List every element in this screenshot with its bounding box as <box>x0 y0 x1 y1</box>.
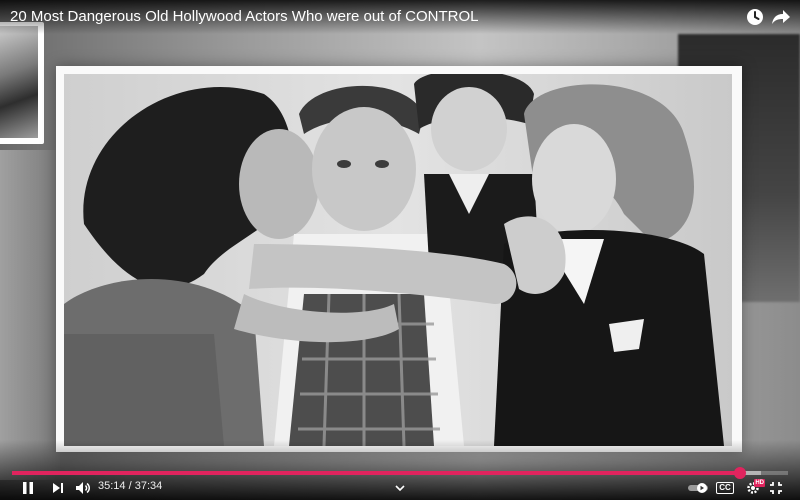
video-frame-photo <box>64 74 732 446</box>
gear-icon: HD <box>746 479 765 495</box>
autoplay-toggle[interactable] <box>686 478 710 498</box>
volume-icon <box>76 482 90 494</box>
current-time: 35:14 <box>98 480 126 492</box>
exit-fullscreen-icon <box>770 482 782 494</box>
pause-icon <box>23 482 33 494</box>
autoplay-toggle-icon <box>688 483 708 493</box>
played-bar <box>12 471 740 475</box>
background-photo-left <box>0 22 44 144</box>
duration: 37:34 <box>134 480 163 492</box>
video-title[interactable]: 20 Most Dangerous Old Hollywood Actors W… <box>10 8 479 25</box>
video-player[interactable]: 20 Most Dangerous Old Hollywood Actors W… <box>0 0 800 500</box>
chevron-down-icon <box>395 485 405 492</box>
share-arrow-icon[interactable] <box>770 6 792 28</box>
clock-icon[interactable] <box>744 6 766 28</box>
captions-button[interactable]: CC <box>714 478 736 498</box>
chapters-button[interactable] <box>392 478 408 498</box>
time-display: 35:14 / 37:34 <box>98 480 162 492</box>
hd-badge: HD <box>754 479 765 487</box>
settings-button[interactable]: HD <box>742 478 765 498</box>
volume-button[interactable] <box>73 478 93 498</box>
time-separator: / <box>128 480 132 492</box>
exit-fullscreen-button[interactable] <box>766 478 786 498</box>
background-blur <box>0 150 60 480</box>
progress-bar[interactable] <box>12 467 788 479</box>
next-icon <box>53 483 63 493</box>
photo-frame <box>56 66 742 452</box>
captions-label: CC <box>716 482 734 494</box>
next-button[interactable] <box>48 478 68 498</box>
pause-button[interactable] <box>18 478 38 498</box>
